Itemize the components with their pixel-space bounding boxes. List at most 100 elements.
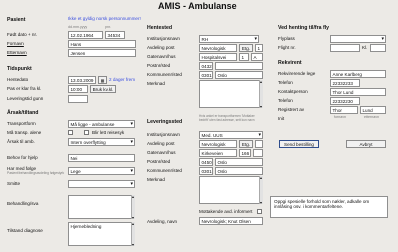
treatment-label: Behandling/sva bbox=[7, 201, 39, 206]
doctor-phone-label: Telefon bbox=[278, 80, 293, 85]
travelsick-label: Blir lett reisesyk bbox=[92, 130, 125, 135]
time-heading: Tidspunkt bbox=[7, 66, 32, 72]
contact-phone-field[interactable]: 22332230 bbox=[330, 97, 360, 105]
firstname-label: Fornavn bbox=[7, 41, 24, 46]
delivery-institution-label: Institusjonsnavn bbox=[147, 132, 180, 137]
pickup-municipality-code-field[interactable]: 0301 bbox=[199, 71, 213, 79]
smitte-label: Smitte bbox=[7, 181, 21, 186]
info-note-box: Oppgi spesielle forhold som nøkler, adka… bbox=[270, 196, 388, 218]
pickup-remark-scrollbar[interactable] bbox=[259, 79, 263, 109]
pickup-housenr-field[interactable]: 1 bbox=[239, 53, 249, 61]
pickup-postcode-label: Postnr/sted bbox=[147, 63, 171, 68]
flight-time-field[interactable] bbox=[370, 44, 386, 52]
escort-sub-label: Pasient/behandlingsavdeling følgestyrk bbox=[7, 171, 65, 175]
lastname-field[interactable]: Jensen bbox=[68, 49, 136, 57]
delivery-remark-scrollbar[interactable] bbox=[259, 175, 263, 205]
smitte-select[interactable] bbox=[68, 180, 135, 188]
delivery-floor-field[interactable] bbox=[255, 140, 263, 148]
dob-field[interactable]: 12.02.1964 bbox=[68, 31, 103, 39]
receiver-informed-label: Mottakende avd. informert bbox=[199, 209, 253, 214]
delivery-floor-button[interactable]: Etg. bbox=[239, 140, 253, 148]
alone-label: Må transp. alene bbox=[7, 130, 42, 135]
delivery-heading: Leveringssted bbox=[147, 119, 183, 125]
transport-select[interactable]: Må ligge - ambulanse bbox=[68, 120, 135, 128]
pickup-floor-button[interactable]: Etg. bbox=[239, 44, 253, 52]
cause-select[interactable]: Intern overflytting bbox=[68, 138, 135, 146]
doctor-phone-field[interactable]: 22332233 bbox=[330, 79, 360, 87]
receiver-informed-checkbox[interactable] bbox=[257, 209, 262, 214]
contact-phone-label: Telefon bbox=[278, 98, 293, 103]
help-field[interactable]: Nei bbox=[68, 154, 135, 162]
flight-heading: Ved henting til/fra fly bbox=[278, 25, 330, 31]
pickup-dept-label: Avdeling post bbox=[147, 45, 175, 50]
delivery-note: Hvis ankel er transportformen 'Mottaker … bbox=[199, 114, 255, 122]
pickup-remark-label: Merknad bbox=[147, 81, 165, 86]
delivery-postcode-field[interactable]: 0450 bbox=[199, 158, 213, 166]
ready-time-field[interactable]: 10:00 bbox=[68, 85, 88, 93]
pickup-date-label: Hentedato bbox=[7, 77, 29, 82]
contact-field[interactable]: Thor Lund bbox=[330, 88, 386, 96]
delivery-street-field[interactable]: Kirkeveien bbox=[199, 149, 237, 157]
reason-heading: Årsak/tiltand bbox=[7, 110, 39, 116]
send-order-button[interactable]: Send bestilling bbox=[279, 140, 319, 148]
pickup-postcode-field[interactable]: 0432 bbox=[199, 62, 213, 70]
delivery-institution-select[interactable]: Med. UUS bbox=[199, 131, 263, 139]
pickup-heading: Hentested bbox=[147, 25, 173, 31]
pickup-floor-field[interactable]: 1 bbox=[255, 44, 263, 52]
pickup-letter-field[interactable]: A bbox=[251, 53, 263, 61]
travelsick-checkbox[interactable] bbox=[84, 130, 89, 135]
airport-label: Flyplass bbox=[278, 36, 295, 41]
pickup-institution-select[interactable]: RH bbox=[199, 35, 259, 43]
pickup-date-field[interactable]: 13.03.2009 bbox=[68, 76, 96, 84]
firstname-hint: fornavn bbox=[334, 115, 346, 119]
escort-select[interactable]: Lege bbox=[68, 167, 135, 175]
treatment-scrollbar[interactable] bbox=[131, 194, 135, 220]
diagnosis-scrollbar[interactable] bbox=[131, 221, 135, 247]
alone-checkbox[interactable] bbox=[68, 130, 73, 135]
pickup-street-label: Gatenavn/hus bbox=[147, 54, 176, 59]
pickup-dept-field[interactable]: Nevrologisk bbox=[199, 44, 237, 52]
delivery-municipality-field[interactable]: Oslo bbox=[215, 167, 263, 175]
cause-label: Årsak til amb. bbox=[7, 139, 35, 144]
delivery-letter-field[interactable] bbox=[253, 149, 263, 157]
cancel-button[interactable]: Avbryt bbox=[346, 140, 386, 148]
calendar-button[interactable]: ▦ bbox=[98, 76, 107, 84]
registered-lastname-field[interactable]: Lund bbox=[360, 106, 386, 114]
airport-select[interactable] bbox=[330, 35, 386, 43]
delivery-municipality-code-field[interactable]: 0301 bbox=[199, 167, 213, 175]
diagnosis-label: Tilstand diagnose bbox=[7, 228, 43, 233]
delivery-street-label: Gatenavn/hus bbox=[147, 150, 176, 155]
lastname-hint: etternavn bbox=[364, 115, 379, 119]
flight-number-field[interactable] bbox=[330, 44, 360, 52]
doctor-field[interactable]: Anne Karlberg bbox=[330, 70, 386, 78]
latest-delivery-label: Leveringstid gunn bbox=[7, 96, 44, 101]
pickup-street-field[interactable]: Hospitalsvei bbox=[199, 53, 237, 61]
delivery-postcity-field[interactable]: Oslo bbox=[215, 158, 263, 166]
pnr-field[interactable]: 34534 bbox=[105, 31, 125, 39]
pickup-postcity-field[interactable] bbox=[215, 62, 263, 70]
latest-delivery-field[interactable] bbox=[68, 95, 88, 103]
pickup-remark-textarea[interactable] bbox=[199, 80, 263, 108]
registered-firstname-field[interactable]: Thor bbox=[330, 106, 358, 114]
treatment-textarea[interactable] bbox=[68, 195, 135, 219]
delivery-postcode-label: Postnr/sted bbox=[147, 159, 171, 164]
firstname-field[interactable]: Hans bbox=[68, 40, 136, 48]
contact-label: Kontaktperson bbox=[278, 89, 308, 94]
delivery-remark-textarea[interactable] bbox=[199, 176, 263, 204]
receiver-name-field[interactable]: Nevrologisk; Knut Olsen bbox=[199, 217, 263, 225]
diagnosis-textarea[interactable]: Hjernebledning bbox=[68, 222, 135, 246]
page-title: AMIS - Ambulanse bbox=[158, 1, 237, 11]
ready-time-label: Pas er klar fra kl. bbox=[7, 86, 42, 91]
flight-number-label: Flight nr. bbox=[278, 45, 296, 50]
pickup-municipality-field[interactable]: Oslo bbox=[215, 71, 263, 79]
dob-hint: dd.mm.yyyy bbox=[68, 25, 88, 29]
info-note-text: Oppgi spesielle forhold som nøkler, adka… bbox=[274, 199, 370, 209]
use-now-button[interactable]: Bruk kv.kl. bbox=[90, 85, 116, 93]
delivery-dept-label: Avdeling post bbox=[147, 141, 175, 146]
help-label: Behov for hjelp bbox=[7, 155, 38, 160]
flight-time-label: Kl. bbox=[362, 45, 368, 50]
receiver-name-label: Avdeling, navn bbox=[147, 219, 178, 224]
pnr-hint: pnr. bbox=[105, 25, 111, 29]
delivery-housenr-field[interactable]: 166 bbox=[239, 149, 251, 157]
delivery-dept-field[interactable]: Nevrologisk bbox=[199, 140, 237, 148]
